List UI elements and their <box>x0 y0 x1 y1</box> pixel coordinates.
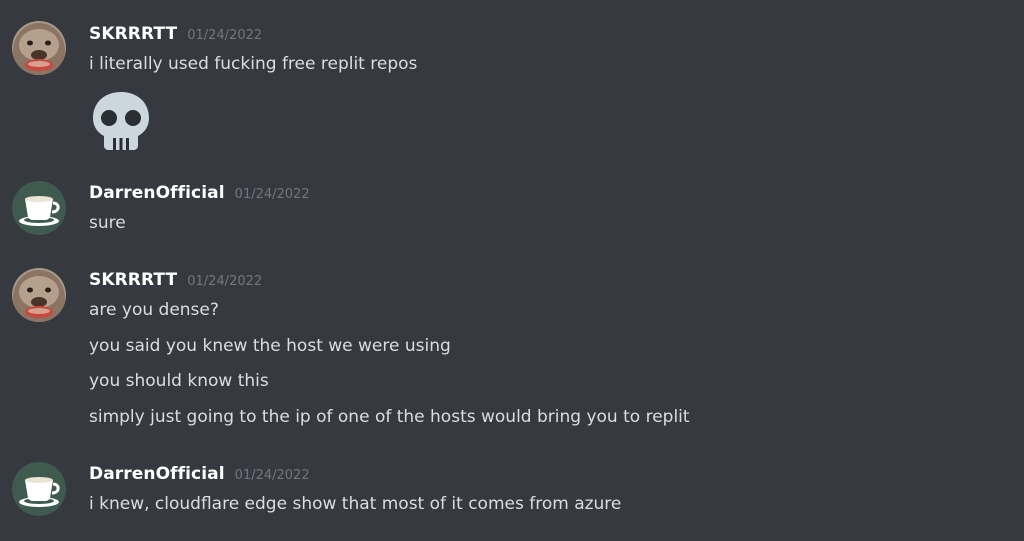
message-text: i literally used fucking free replit rep… <box>89 54 418 74</box>
coffee-cup-avatar[interactable] <box>12 181 66 235</box>
message-text: are you dense? <box>89 300 219 320</box>
username[interactable]: SKRRRTT <box>89 270 177 290</box>
username[interactable]: DarrenOfficial <box>89 464 225 484</box>
timestamp: 01/24/2022 <box>187 274 263 289</box>
timestamp: 01/24/2022 <box>234 468 310 483</box>
coffee-cup-avatar[interactable] <box>12 462 66 516</box>
skull-icon <box>89 88 153 152</box>
dog-face-avatar[interactable] <box>12 268 66 322</box>
message-text: simply just going to the ip of one of th… <box>89 407 690 427</box>
timestamp: 01/24/2022 <box>234 187 310 202</box>
timestamp: 01/24/2022 <box>187 28 263 43</box>
message-text: sure <box>89 213 126 233</box>
username[interactable]: DarrenOfficial <box>89 183 225 203</box>
message-text: you should know this <box>89 371 269 391</box>
username[interactable]: SKRRRTT <box>89 24 177 44</box>
message-text: i knew, cloudflare edge show that most o… <box>89 494 622 514</box>
message-text: you said you knew the host we were using <box>89 336 451 356</box>
chat-messages: SKRRRTT 01/24/2022 i literally used fucki… <box>0 0 1024 541</box>
dog-face-avatar[interactable] <box>12 21 66 75</box>
